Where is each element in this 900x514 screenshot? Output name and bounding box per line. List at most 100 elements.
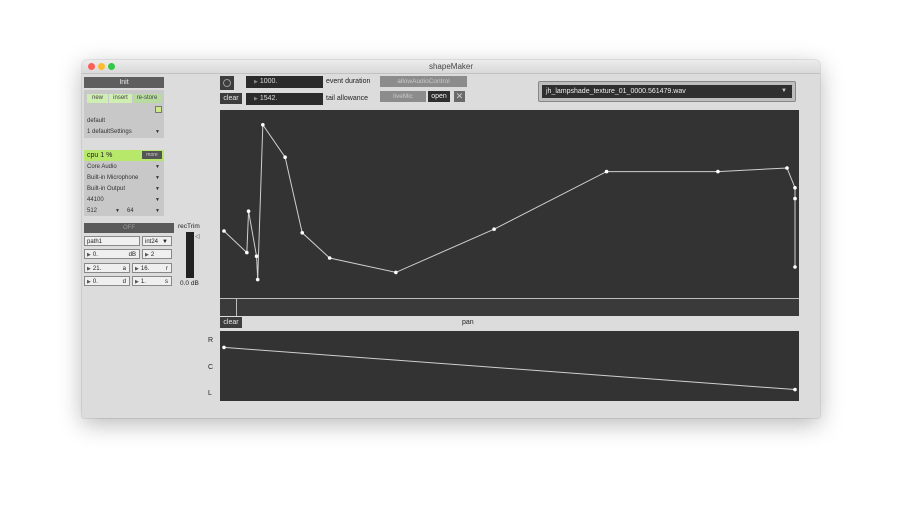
io-vector-menu[interactable]: 512 ▼ xyxy=(84,206,124,216)
open-file-button[interactable]: open xyxy=(428,91,450,102)
preset-restore-button[interactable]: re-store xyxy=(133,94,161,103)
file-menu-value: jh_lampshade_texture_01_0000.561479.wav xyxy=(546,88,686,95)
triangle-icon: ▶ xyxy=(254,79,258,85)
settings-menu[interactable]: 1 defaultSettings ▼ xyxy=(84,127,164,137)
preset-new-button[interactable]: new xyxy=(87,94,108,103)
envelope-plot[interactable] xyxy=(220,110,799,298)
envelope-point[interactable] xyxy=(254,254,259,258)
driver-menu[interactable]: Core Audio ▼ xyxy=(84,162,164,172)
input-device-menu[interactable]: Built-in Microphone ▼ xyxy=(84,173,164,183)
envelope-point[interactable] xyxy=(785,166,789,170)
path-value: path1 xyxy=(87,239,103,245)
live-mic-button[interactable]: liveMic xyxy=(380,91,426,102)
envelope-point[interactable] xyxy=(246,209,251,213)
decay-number[interactable]: ▶ 0. d xyxy=(84,276,130,286)
envelope-point[interactable] xyxy=(283,155,287,159)
playhead[interactable] xyxy=(236,299,237,316)
tail-allowance-label: tail allowance xyxy=(326,95,369,102)
event-duration-number[interactable]: ▶ 1000. xyxy=(246,76,323,88)
signal-vector-menu[interactable]: 64 ▼ xyxy=(124,206,164,216)
pan-point[interactable] xyxy=(793,387,797,392)
decay-unit: d xyxy=(122,279,126,285)
clear-pan-button[interactable]: clear xyxy=(220,317,242,328)
driver-menu-value: Core Audio xyxy=(87,164,117,170)
pan-label: pan xyxy=(462,319,474,326)
triangle-icon: ▶ xyxy=(87,266,91,272)
envelope-editor[interactable] xyxy=(220,110,799,298)
rectrim-slider[interactable] xyxy=(186,232,194,278)
chevron-down-icon: ▼ xyxy=(115,208,120,214)
clear-envelope-button[interactable]: clear xyxy=(220,93,242,104)
attack-unit: a xyxy=(122,266,126,272)
gain-number[interactable]: ▶ 0. dB xyxy=(84,249,140,259)
audio-file-menu[interactable]: jh_lampshade_texture_01_0000.561479.wav … xyxy=(538,81,796,102)
pan-line xyxy=(223,346,796,391)
envelope-point[interactable] xyxy=(793,196,797,201)
cpu-meter: cpu 1 % more xyxy=(84,150,164,161)
tail-allowance-number[interactable]: ▶ 1542. xyxy=(246,93,323,105)
bang-button[interactable] xyxy=(220,76,234,90)
decay-value: 0. xyxy=(92,279,98,285)
format-menu[interactable]: int24 ▼ xyxy=(142,236,172,246)
triangle-icon: ▶ xyxy=(135,266,139,272)
envelope-point[interactable] xyxy=(604,169,609,174)
triangle-icon: ▶ xyxy=(87,279,91,285)
envelope-point[interactable] xyxy=(300,231,305,235)
gain-value: 0. xyxy=(92,252,98,258)
pan-editor[interactable] xyxy=(220,331,799,401)
preset-insert-button[interactable]: insert xyxy=(109,94,132,103)
pan-plot[interactable] xyxy=(220,331,799,401)
envelope-point[interactable] xyxy=(222,229,226,233)
close-icon[interactable]: ✕ xyxy=(454,91,465,102)
envelope-point[interactable] xyxy=(327,256,332,260)
sample-rate-menu[interactable]: 44100 ▼ xyxy=(84,195,164,205)
sample-rate-value: 44100 xyxy=(87,197,104,203)
shapemaker-window: shapeMaker Init new insert re-store defa… xyxy=(82,60,820,418)
envelope-point[interactable] xyxy=(255,277,260,282)
envelope-point[interactable] xyxy=(245,250,249,255)
sustain-number[interactable]: ▶ 1. s xyxy=(132,276,172,286)
output-device-value: Built-in Output xyxy=(87,186,126,192)
window-title: shapeMaker xyxy=(428,62,474,71)
channels-value: 2 xyxy=(150,252,155,258)
triangle-icon: ▶ xyxy=(254,96,258,102)
channels-number[interactable]: ▶ 2 xyxy=(142,249,172,259)
sustain-value: 1. xyxy=(140,279,146,285)
pan-point[interactable] xyxy=(222,345,226,350)
chevron-down-icon: ▼ xyxy=(155,129,160,135)
envelope-point[interactable] xyxy=(261,123,265,127)
envelope-point[interactable] xyxy=(793,265,797,269)
path-field[interactable]: path1 xyxy=(84,236,140,246)
envelope-point[interactable] xyxy=(793,186,797,190)
envelope-point[interactable] xyxy=(492,227,496,231)
init-button[interactable]: Init xyxy=(84,77,164,88)
pan-left-label: L xyxy=(208,390,212,397)
attack-number[interactable]: ▶ 21. a xyxy=(84,263,130,273)
release-number[interactable]: ▶ 16. r xyxy=(132,263,172,273)
playback-strip[interactable] xyxy=(220,298,799,316)
settings-menu-value: 1 defaultSettings xyxy=(87,129,132,135)
preset-menu[interactable]: default xyxy=(84,116,164,126)
audio-settings-box: Core Audio ▼ Built-in Microphone ▼ Built… xyxy=(84,161,164,216)
chevron-down-icon: ▼ xyxy=(155,197,160,203)
chevron-down-icon: ▼ xyxy=(155,208,160,214)
envelope-point[interactable] xyxy=(394,270,398,275)
envelope-line xyxy=(223,123,796,280)
event-duration-value: 1000. xyxy=(259,78,278,85)
more-button[interactable]: more xyxy=(142,151,162,159)
triangle-icon: ▶ xyxy=(135,279,139,285)
record-off-button[interactable]: OFF xyxy=(84,223,174,233)
chevron-down-icon: ▼ xyxy=(155,175,160,181)
rectrim-value: 0.0 dB xyxy=(180,280,199,287)
sustain-unit: s xyxy=(165,279,168,285)
allow-audio-control-button[interactable]: allowAudioControl xyxy=(380,76,467,87)
preset-toggle[interactable] xyxy=(155,106,162,113)
cpu-label: cpu 1 % xyxy=(87,152,113,159)
chevron-down-icon: ▼ xyxy=(155,164,160,170)
input-device-value: Built-in Microphone xyxy=(87,175,139,181)
file-menu-display: jh_lampshade_texture_01_0000.561479.wav … xyxy=(542,85,792,98)
format-value: int24 xyxy=(145,239,159,245)
triangle-icon: ▶ xyxy=(87,252,91,258)
output-device-menu[interactable]: Built-in Output ▼ xyxy=(84,184,164,194)
envelope-point[interactable] xyxy=(716,169,720,174)
